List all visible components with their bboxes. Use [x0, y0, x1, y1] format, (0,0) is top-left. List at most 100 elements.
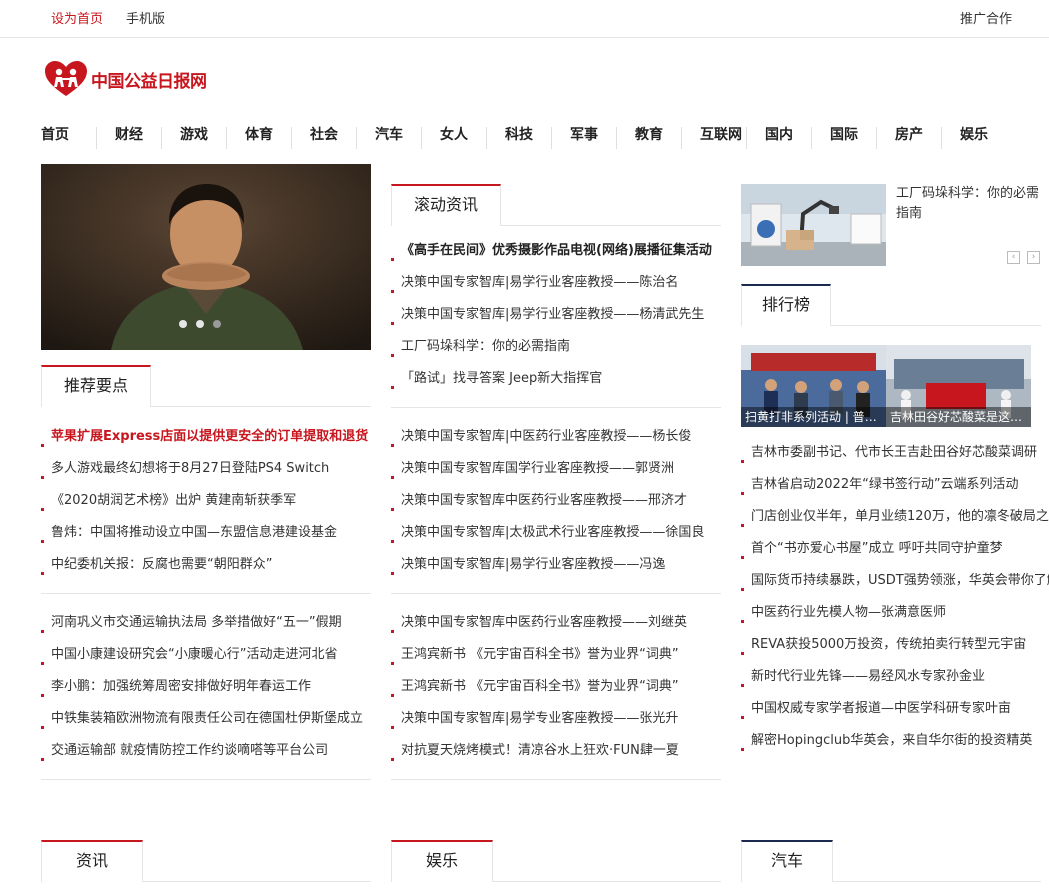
list-item[interactable]: 中医药行业先模人物—张满意医师 [741, 605, 946, 620]
site-name: 中国公益日报网 [91, 71, 207, 92]
list-item[interactable]: 决策中国专家智库|易学专业客座教授——张光升 [391, 711, 678, 726]
picture-caption: 吉林田谷好芯酸菜是这样生产的 [886, 407, 1031, 427]
nav-item-auto[interactable]: 汽车 [375, 124, 403, 144]
nav-separator [486, 127, 487, 149]
rank-picture[interactable]: 扫黄打非系列活动 | 普法进社区 [741, 345, 886, 427]
nav-separator [96, 127, 97, 149]
nav-item-games[interactable]: 游戏 [180, 124, 208, 144]
promotion-cooperation-link[interactable]: 推广合作 [960, 8, 1012, 27]
list-item[interactable]: 决策中国专家智库|中医药行业客座教授——杨长俊 [391, 429, 691, 444]
list-item[interactable]: 王鸿宾新书 《元宇宙百科全书》誉为业界“词典” [391, 647, 679, 662]
list-item[interactable]: 《高手在民间》优秀摄影作品电视(网络)展播征集活动 [391, 243, 712, 258]
feature-title[interactable]: 工厂码垛科学：你的必需指南 [896, 184, 1041, 224]
section-header-scroll-news: 滚动资讯 [391, 184, 721, 226]
list-item[interactable]: 首个“书亦爱心书屋”成立 呼吁共同守护童梦 [741, 541, 1003, 556]
nav-item-home[interactable]: 首页 [41, 124, 69, 144]
tab-auto[interactable]: 汽车 [741, 840, 833, 882]
section-header-news: 资讯 [41, 840, 371, 882]
nav-separator [746, 127, 747, 149]
list-item[interactable]: 多人游戏最终幻想将于8月27日登陆PS4 Switch [41, 461, 329, 476]
nav-item-finance[interactable]: 财经 [115, 124, 143, 144]
list-item[interactable]: 王鸿宾新书 《元宇宙百科全书》誉为业界“词典” [391, 679, 679, 694]
nav-separator [421, 127, 422, 149]
right-feature: 工厂码垛科学：你的必需指南 ‹ › [741, 184, 1041, 266]
list-item[interactable]: REVA获投5000万投资，传统拍卖行转型元宇宙 [741, 637, 1026, 652]
nav-separator [941, 127, 942, 149]
slider-dot[interactable] [213, 320, 221, 328]
list-item[interactable]: 解密Hopingclub华英会，来自华尔街的投资精英 [741, 733, 1032, 748]
divider [41, 779, 371, 780]
list-item[interactable]: 工厂码垛科学：你的必需指南 [391, 339, 570, 354]
chevron-left-icon[interactable]: ‹ [1007, 251, 1020, 264]
section-header-recommend: 推荐要点 [41, 365, 371, 407]
nav-item-international[interactable]: 国际 [830, 124, 858, 144]
list-item[interactable]: 交通运输部 就疫情防控工作约谈嘀嗒等平台公司 [41, 743, 328, 758]
tab-scroll-news[interactable]: 滚动资讯 [391, 184, 501, 226]
list-item[interactable]: 鲁炜：中国将推动设立中国—东盟信息港建设基金 [41, 525, 337, 540]
list-item[interactable]: 国际货币持续暴跌，USDT强势领涨，华英会带你了解 [741, 573, 1049, 588]
list-item[interactable]: 决策中国专家智库中医药行业客座教授——刘继英 [391, 615, 687, 630]
hero-slider[interactable] [41, 164, 371, 350]
nav-separator [226, 127, 227, 149]
nav-item-internet[interactable]: 互联网 [700, 124, 742, 144]
scroll-news-list-3: 决策中国专家智库中医药行业客座教授——刘继英 王鸿宾新书 《元宇宙百科全书》誉为… [391, 607, 721, 767]
nav-item-education[interactable]: 教育 [635, 124, 663, 144]
list-item[interactable]: 决策中国专家智库|易学行业客座教授——杨清武先生 [391, 307, 704, 322]
nav-separator [681, 127, 682, 149]
list-item[interactable]: 中国小康建设研究会“小康暖心行”活动走进河北省 [41, 647, 337, 662]
list-item[interactable]: 吉林省启动2022年“绿书签行动”云端系列活动 [741, 477, 1019, 492]
list-item[interactable]: 决策中国专家智库|易学行业客座教授——陈治名 [391, 275, 678, 290]
set-homepage-link[interactable]: 设为首页 [51, 8, 103, 27]
list-item[interactable]: 吉林市委副书记、代市长王吉赴田谷好芯酸菜调研 [741, 445, 1037, 460]
nav-item-women[interactable]: 女人 [440, 124, 468, 144]
scroll-news-list: 《高手在民间》优秀摄影作品电视(网络)展播征集活动 决策中国专家智库|易学行业客… [391, 235, 721, 395]
slider-dot[interactable] [196, 320, 204, 328]
list-item[interactable]: 中铁集装箱欧洲物流有限责任公司在德国杜伊斯堡成立 [41, 711, 363, 726]
list-item[interactable]: 门店创业仅半年，单月业绩120万，他的凛冬破局之道 [741, 509, 1049, 524]
section-header-rank: 排行榜 [741, 284, 1041, 326]
slider-dot[interactable] [179, 320, 187, 328]
list-item[interactable]: 「路试」找寻答案 Jeep新大指挥官 [391, 371, 602, 386]
slider-dots [179, 320, 221, 328]
nav-separator [291, 127, 292, 149]
section-header-auto: 汽车 [741, 840, 1041, 882]
nav-item-entertainment[interactable]: 娱乐 [960, 124, 988, 144]
list-item[interactable]: 对抗夏天烧烤模式！清凉谷水上狂欢·FUN肆一夏 [391, 743, 679, 758]
scroll-news-list-2: 决策中国专家智库|中医药行业客座教授——杨长俊 决策中国专家智库国学行业客座教授… [391, 421, 721, 581]
nav-item-sports[interactable]: 体育 [245, 124, 273, 144]
list-item[interactable]: 决策中国专家智库国学行业客座教授——郭贤洲 [391, 461, 674, 476]
rank-picture[interactable]: 吉林田谷好芯酸菜是这样生产的 [886, 345, 1031, 427]
rank-list: 吉林市委副书记、代市长王吉赴田谷好芯酸菜调研 吉林省启动2022年“绿书签行动”… [741, 437, 1049, 757]
nav-item-tech[interactable]: 科技 [505, 124, 533, 144]
list-item[interactable]: 中国权威专家学者报道—中医学科研专家叶亩 [741, 701, 1011, 716]
nav-item-military[interactable]: 军事 [570, 124, 598, 144]
tab-rank[interactable]: 排行榜 [741, 284, 831, 326]
feature-thumbnail[interactable] [741, 184, 886, 266]
tab-news[interactable]: 资讯 [41, 840, 143, 882]
list-item[interactable]: 决策中国专家智库中医药行业客座教授——邢济才 [391, 493, 687, 508]
list-item[interactable]: 河南巩义市交通运输执法局 多举措做好“五一”假期 [41, 615, 342, 630]
divider [391, 407, 721, 408]
nav-separator [356, 127, 357, 149]
nav-item-domestic[interactable]: 国内 [765, 124, 793, 144]
site-logo[interactable]: 中国公益日报网 [43, 60, 207, 98]
list-item[interactable]: 决策中国专家智库|太极武术行业客座教授——徐国良 [391, 525, 704, 540]
nav-separator [811, 127, 812, 149]
tab-entertainment[interactable]: 娱乐 [391, 840, 493, 882]
feature-arrows: ‹ › [1007, 251, 1040, 264]
list-item[interactable]: 中纪委机关报：反腐也需要“朝阳群众” [41, 557, 272, 572]
list-item[interactable]: 李小鹏：加强统筹周密安排做好明年春运工作 [41, 679, 311, 694]
nav-item-society[interactable]: 社会 [310, 124, 338, 144]
list-item[interactable]: 新时代行业先锋——易经风水专家孙金业 [741, 669, 985, 684]
mobile-version-link[interactable]: 手机版 [126, 8, 165, 27]
nav-separator [551, 127, 552, 149]
list-item[interactable]: 决策中国专家智库|易学行业客座教授——冯逸 [391, 557, 665, 572]
heart-people-logo-icon [45, 61, 87, 96]
list-item[interactable]: 苹果扩展Express店面以提供更安全的订单提取和退货 [41, 429, 368, 444]
nav-separator [161, 127, 162, 149]
chevron-right-icon[interactable]: › [1027, 251, 1040, 264]
nav-item-realestate[interactable]: 房产 [895, 124, 923, 144]
tab-recommend[interactable]: 推荐要点 [41, 365, 151, 407]
top-bar: 设为首页 手机版 推广合作 [0, 0, 1049, 38]
list-item[interactable]: 《2020胡润艺术榜》出炉 黄建南斩获季军 [41, 493, 296, 508]
